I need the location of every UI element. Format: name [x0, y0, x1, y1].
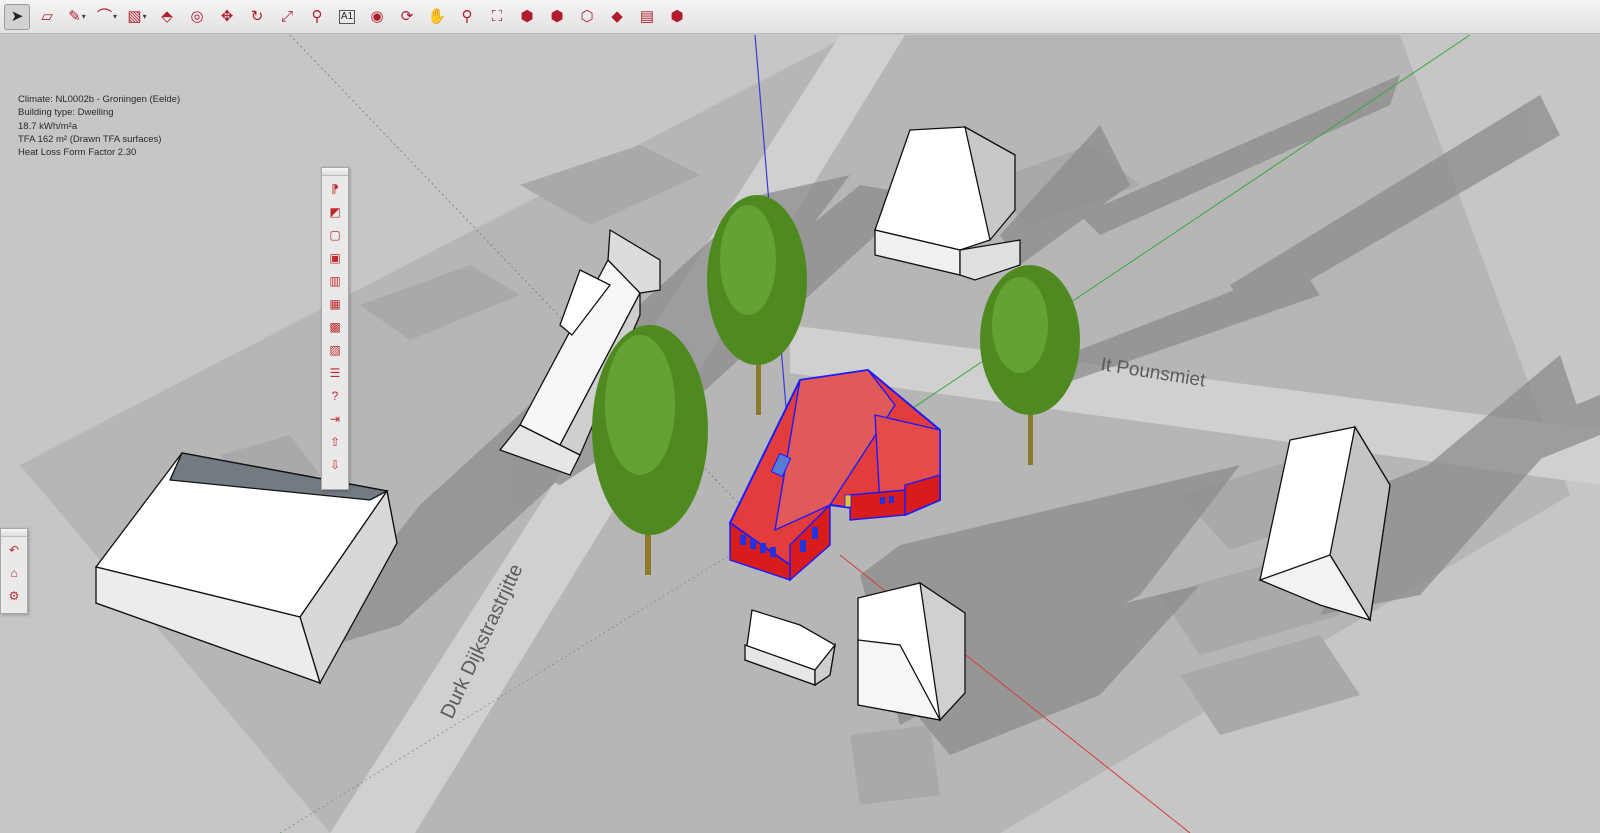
heating-button[interactable]: ▦ [325, 294, 345, 314]
designph-logo-button[interactable]: ⁋ [325, 179, 345, 199]
layout-icon: ▤ [639, 8, 655, 25]
pan-tool[interactable]: ✋ [424, 4, 450, 30]
rotate-tool[interactable]: ↻ [244, 4, 270, 30]
share-model-tool[interactable]: ⬢ [544, 4, 570, 30]
push-pull-tool[interactable]: ⬘ [154, 4, 180, 30]
undo-view-icon: ↶ [8, 543, 20, 557]
main-toolbar: ➤ ▱ ✎ ▾ ⌒ ▾ ▧ ▾ ⬘ ◎ ✥ ↻ ⤢ ⚲ A1 ◉ ⟳ ✋ ⚲ ⛶ ⬢ ⬢ ⬡ ◆ ▤ ⬢ [0, 0, 1600, 34]
model-viewport[interactable]: It Pounsmiet Durk Dijkstrastrjitte Clima… [0, 35, 1600, 833]
download-button[interactable]: ⇩ [325, 455, 345, 475]
info-line: Building type: Dwelling [18, 107, 114, 119]
select-tool[interactable]: ➤ [4, 3, 30, 30]
zoom-extents-icon: ⛶ [491, 8, 503, 25]
rotate-icon: ↻ [250, 8, 264, 25]
share-model-icon: ⬢ [550, 8, 564, 25]
passive-house-info-overlay: Climate: NL0002b - Groningen (Eelde) Buil… [18, 93, 180, 159]
help-icon: ? [331, 389, 339, 403]
dropdown-arrow-icon[interactable]: ▾ [82, 12, 86, 21]
3d-warehouse-tool[interactable]: ⬢ [514, 4, 540, 30]
share-component-tool[interactable]: ⬡ [574, 4, 600, 30]
paint-bucket-icon: ◉ [370, 8, 384, 25]
zoom-extents-tool[interactable]: ⛶ [484, 4, 510, 30]
push-pull-icon: ⬘ [161, 8, 173, 25]
zoom-tool[interactable]: ⚲ [454, 4, 480, 30]
extension-manager-icon: ⬢ [670, 8, 684, 25]
building-button[interactable]: ⌂ [4, 563, 24, 583]
text-icon: A1 [338, 9, 356, 24]
paint-bucket-tool[interactable]: ◉ [364, 4, 390, 30]
3d-scene[interactable]: It Pounsmiet Durk Dijkstrastrjitte [0, 35, 1600, 833]
shading-button[interactable]: ▨ [325, 340, 345, 360]
chart-button[interactable]: ▥ [325, 271, 345, 291]
dropdown-arrow-icon[interactable]: ▾ [143, 12, 147, 21]
dropdown-arrow-icon[interactable]: ▾ [113, 12, 117, 21]
share-component-icon: ⬡ [580, 8, 594, 25]
eraser-icon: ▱ [41, 8, 53, 25]
rectangle-tool[interactable]: ▧ ▾ [124, 4, 150, 30]
toolbar-grip[interactable] [322, 168, 348, 176]
volume-block-icon: ▩ [329, 320, 341, 334]
arrow-cursor-icon: ➤ [10, 8, 24, 25]
extension-warehouse-tool[interactable]: ◆ [604, 4, 630, 30]
shading-block-icon: ▨ [329, 343, 341, 357]
export-button[interactable]: ⇥ [325, 409, 345, 429]
info-line: Climate: NL0002b - Groningen (Eelde) [18, 94, 181, 105]
select-surface-button[interactable]: ◩ [325, 202, 345, 222]
select-surface-icon: ◩ [329, 205, 341, 219]
export-icon: ⇥ [329, 412, 341, 426]
info-line: 18.7 kWh/m²a [18, 120, 78, 132]
neighbour-building-gable [857, 581, 966, 722]
scale-tool[interactable]: ⤢ [274, 4, 300, 30]
help-button[interactable]: ? [325, 386, 345, 406]
layers-icon: ☰ [329, 366, 341, 380]
zoom-icon: ⚲ [461, 8, 473, 25]
bar-chart-icon: ▥ [329, 274, 341, 288]
arc-tool[interactable]: ⌒ ▾ [94, 4, 120, 30]
hand-icon: ✋ [427, 8, 447, 25]
window-icon: ▢ [329, 228, 341, 242]
info-line: TFA 162 m² (Drawn TFA surfaces) [18, 133, 162, 145]
undo-view-button[interactable]: ↶ [4, 540, 24, 560]
settings-button[interactable]: ⚙ [4, 586, 24, 606]
window-button[interactable]: ▢ [325, 225, 345, 245]
arc-icon: ⌒ [96, 8, 112, 25]
upload-icon: ⇧ [329, 435, 341, 449]
warehouse-icon: ⬢ [520, 8, 534, 25]
glazing-icon: ▣ [329, 251, 341, 265]
toolbar-grip[interactable] [1, 529, 27, 537]
upload-button[interactable]: ⇧ [325, 432, 345, 452]
orbit-icon: ⟳ [400, 8, 414, 25]
side-toolbar[interactable]: ↶ ⌂ ⚙ [0, 528, 28, 614]
download-icon: ⇩ [329, 458, 341, 472]
eraser-tool[interactable]: ▱ [34, 4, 60, 30]
rectangle-icon: ▧ [127, 8, 142, 25]
layout-tool[interactable]: ▤ [634, 4, 660, 30]
volume-button[interactable]: ▩ [325, 317, 345, 337]
move-tool[interactable]: ✥ [214, 4, 240, 30]
info-line: Heat Loss Form Factor 2.30 [18, 147, 137, 159]
offset-icon: ◎ [190, 8, 204, 25]
tape-measure-icon: ⚲ [311, 8, 323, 25]
glazing-button[interactable]: ▣ [325, 248, 345, 268]
designph-logo-icon: ⁋ [331, 182, 339, 196]
offset-tool[interactable]: ◎ [184, 4, 210, 30]
text-tool[interactable]: A1 [334, 4, 360, 30]
designph-toolbar[interactable]: ⁋ ◩ ▢ ▣ ▥ ▦ ▩ ▨ ☰? ⇥ ⇧ ⇩ [321, 167, 349, 490]
extension-manager-tool[interactable]: ⬢ [664, 4, 690, 30]
building-icon: ⌂ [10, 566, 18, 580]
scale-icon: ⤢ [280, 8, 293, 25]
line-tool[interactable]: ✎ ▾ [64, 4, 90, 30]
pencil-icon: ✎ [68, 8, 81, 25]
settings-icon: ⚙ [8, 589, 20, 603]
tape-measure-tool[interactable]: ⚲ [304, 4, 330, 30]
heating-block-icon: ▦ [329, 297, 341, 311]
extension-warehouse-icon: ◆ [611, 8, 623, 25]
move-icon: ✥ [220, 8, 234, 25]
orbit-tool[interactable]: ⟳ [394, 4, 420, 30]
layers-button[interactable]: ☰ [325, 363, 345, 383]
